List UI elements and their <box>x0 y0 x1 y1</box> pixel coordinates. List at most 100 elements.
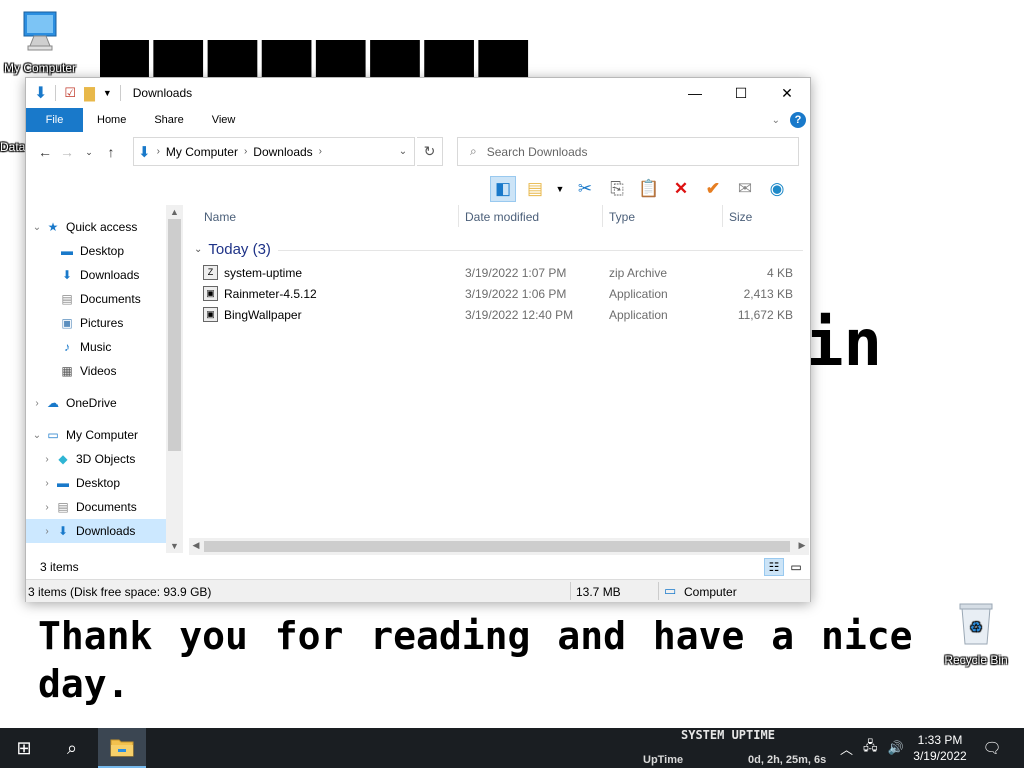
nav-item-3d-objects[interactable]: › ◆ 3D Objects <box>26 447 182 471</box>
notification-center-button[interactable]: 🗨 <box>980 728 1004 768</box>
view-options-icon[interactable]: ▤ <box>522 176 548 202</box>
expand-chevron-icon[interactable]: › <box>40 502 54 513</box>
collapse-chevron-icon[interactable]: ⌄ <box>30 430 44 441</box>
title-bar[interactable]: ⬇ ☑ ▇ ▼ Downloads — ☐ ✕ <box>26 78 810 108</box>
collapse-chevron-icon[interactable]: ⌄ <box>30 222 44 233</box>
tab-file[interactable]: File <box>26 108 83 132</box>
nav-item-documents[interactable]: › ▤ Documents <box>26 495 182 519</box>
scroll-up-icon[interactable]: ▲ <box>166 207 183 217</box>
nav-item-label: OneDrive <box>66 396 117 410</box>
recent-locations-button[interactable]: ⌄ <box>78 147 100 158</box>
nav-item-onedrive[interactable]: › ☁ OneDrive <box>26 391 182 415</box>
column-header-size[interactable]: Size <box>729 210 752 224</box>
search-placeholder: Search Downloads <box>486 144 588 159</box>
status-bar: 3 items ☷ ▭ <box>26 555 810 579</box>
nav-item-quick-access[interactable]: ⌄ ★ Quick access <box>26 215 182 239</box>
desktop-icon-recycle-bin[interactable]: ♻ Recycle Bin <box>940 600 1012 667</box>
desktop-icon-label: Data <box>0 140 26 154</box>
preview-pane-icon[interactable]: ◧ <box>490 176 516 202</box>
email-icon[interactable]: ✉ <box>732 176 758 202</box>
scroll-right-icon[interactable]: ▶ <box>795 540 809 551</box>
file-date: 3/19/2022 1:06 PM <box>465 287 567 301</box>
expand-chevron-icon[interactable]: › <box>40 526 54 537</box>
breadcrumb-downloads[interactable]: Downloads <box>253 145 312 159</box>
breadcrumb-my-computer[interactable]: My Computer <box>166 145 238 159</box>
nav-item-downloads-pinned[interactable]: ⬇ Downloads 📌 <box>26 263 182 287</box>
properties-icon[interactable]: ☑ <box>64 85 76 101</box>
nav-item-documents-pinned[interactable]: ▤ Documents 📌 <box>26 287 182 311</box>
nav-item-pictures-pinned[interactable]: ▣ Pictures 📌 <box>26 311 182 335</box>
file-size: 4 KB <box>766 266 793 280</box>
column-header-name[interactable]: Name <box>204 210 236 224</box>
show-hidden-icons-icon[interactable]: ︿ <box>840 739 853 758</box>
desktop-icon: ▬ <box>57 476 69 490</box>
scroll-left-icon[interactable]: ◀ <box>189 540 203 551</box>
share-icon[interactable]: ◉ <box>764 176 790 202</box>
address-dropdown-icon[interactable]: ⌄ <box>392 146 414 157</box>
nav-item-desktop-pinned[interactable]: ▬ Desktop 📌 <box>26 239 182 263</box>
nav-pane-scrollbar[interactable]: ▲ ▼ <box>166 205 183 553</box>
nav-item-label: Documents <box>76 500 137 514</box>
maximize-button[interactable]: ☐ <box>718 78 764 108</box>
new-folder-icon[interactable]: ▇ <box>84 85 95 102</box>
nav-item-label: Pictures <box>80 316 124 330</box>
volume-icon[interactable]: 🔊 <box>888 740 904 756</box>
paste-icon[interactable]: 📋 <box>636 176 662 202</box>
nav-item-label: Quick access <box>66 220 138 234</box>
nav-item-desktop[interactable]: › ▬ Desktop <box>26 471 182 495</box>
clock[interactable]: 1:33 PM 3/19/2022 <box>905 732 975 764</box>
expand-chevron-icon[interactable]: › <box>30 398 44 409</box>
desktop-icon-label: My Computer <box>3 61 77 75</box>
minimize-button[interactable]: — <box>672 78 718 108</box>
table-row[interactable]: ▣ Rainmeter-4.5.12 3/19/2022 1:06 PM App… <box>200 284 810 305</box>
file-name: Rainmeter-4.5.12 <box>224 287 317 301</box>
scrollbar-thumb[interactable] <box>168 219 181 451</box>
column-header-type[interactable]: Type <box>609 210 635 224</box>
expand-ribbon-icon[interactable]: ⌄ <box>772 115 780 126</box>
nav-item-label: Downloads <box>80 268 140 282</box>
help-button[interactable]: ? <box>790 112 806 128</box>
details-view-icon[interactable]: ☷ <box>764 558 784 576</box>
tab-share[interactable]: Share <box>140 108 197 132</box>
expand-chevron-icon[interactable]: › <box>40 454 54 465</box>
forward-button[interactable]: → <box>56 144 78 160</box>
taskbar-file-explorer[interactable] <box>98 728 146 768</box>
cut-icon[interactable]: ✂ <box>572 176 598 202</box>
table-row[interactable]: Z system-uptime 3/19/2022 1:07 PM zip Ar… <box>200 263 810 284</box>
tab-home[interactable]: Home <box>83 108 140 132</box>
horizontal-scrollbar[interactable]: ◀ ▶ <box>189 538 809 555</box>
rename-icon[interactable]: ✔ <box>700 176 726 202</box>
column-header-date[interactable]: Date modified <box>465 210 539 224</box>
nav-item-music[interactable]: ♪ Music <box>26 335 182 359</box>
close-button[interactable]: ✕ <box>764 78 810 108</box>
column-headers: Name Date modified Type Size <box>186 205 810 227</box>
windows-logo-icon: ⊞ <box>16 737 32 758</box>
table-row[interactable]: ▣ BingWallpaper 3/19/2022 12:40 PM Appli… <box>200 305 810 326</box>
nav-item-downloads[interactable]: › ⬇ Downloads <box>26 519 182 543</box>
network-icon[interactable]: 🖧 <box>863 737 878 759</box>
desktop-icon-data[interactable]: Data <box>0 140 26 154</box>
desktop-icon-my-computer[interactable]: My Computer <box>0 10 80 75</box>
up-button[interactable]: ↑ <box>100 144 122 160</box>
customize-toolbar-icon[interactable]: ▼ <box>103 88 112 98</box>
group-header-today[interactable]: ⌄ Today (3) <box>194 241 271 258</box>
refresh-icon: ↻ <box>423 143 436 159</box>
nav-item-videos[interactable]: ▦ Videos <box>26 359 182 383</box>
large-icons-view-icon[interactable]: ▭ <box>786 558 806 576</box>
nav-item-my-computer[interactable]: ⌄ ▭ My Computer <box>26 423 182 447</box>
expand-chevron-icon[interactable]: › <box>40 478 54 489</box>
nav-item-label: Videos <box>80 364 117 378</box>
search-button[interactable]: ⌕ <box>48 728 96 768</box>
scroll-down-icon[interactable]: ▼ <box>166 541 183 551</box>
search-input[interactable]: ⌕ Search Downloads <box>457 137 799 166</box>
copy-icon[interactable]: ⎘ <box>604 176 630 202</box>
back-button[interactable]: ← <box>34 144 56 160</box>
delete-icon[interactable]: ✕ <box>668 176 694 202</box>
scrollbar-thumb[interactable] <box>204 541 790 552</box>
view-dropdown-icon[interactable]: ▼ <box>554 176 566 202</box>
start-button[interactable]: ⊞ <box>0 728 48 768</box>
address-bar[interactable]: ⬇ › My Computer › Downloads › ⌄ <box>133 137 415 166</box>
tab-view[interactable]: View <box>198 108 250 132</box>
download-arrow-icon[interactable]: ⬇ <box>34 83 47 103</box>
refresh-button[interactable]: ↻ <box>417 137 443 166</box>
